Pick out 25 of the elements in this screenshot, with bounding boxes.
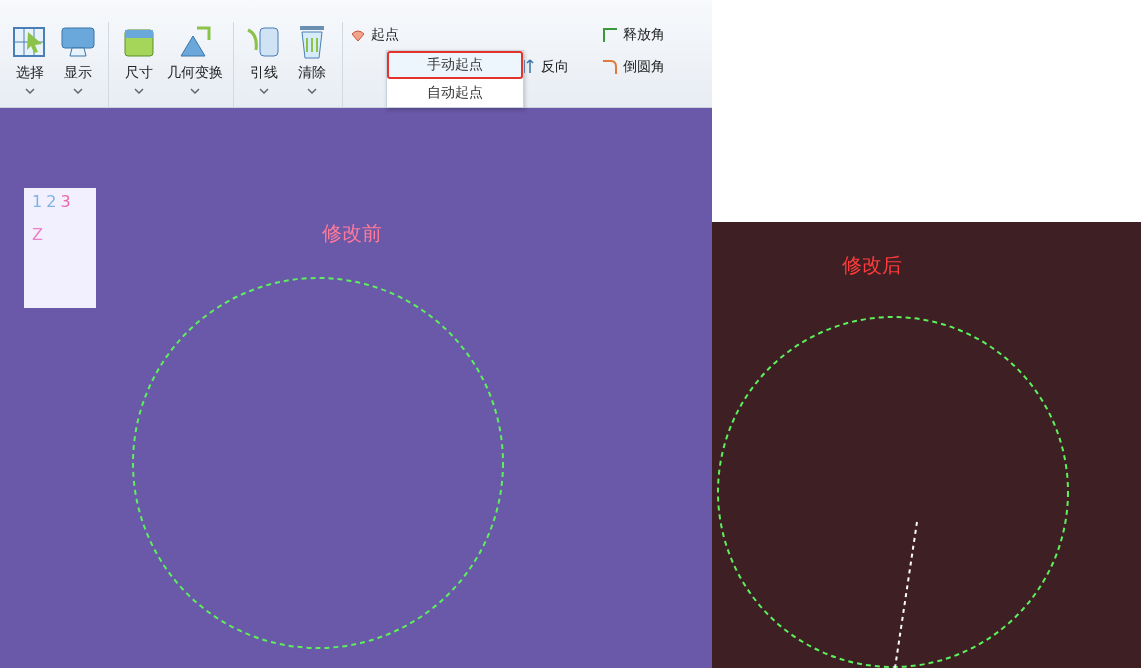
ribbon-button[interactable]: 清除 — [288, 22, 336, 107]
caret-icon — [134, 88, 144, 94]
fillet-icon — [601, 58, 619, 76]
axis-label: 3 — [60, 192, 71, 211]
ribbon-button[interactable]: 引线 — [240, 22, 288, 107]
ribbon-button[interactable]: 显示 — [54, 22, 102, 107]
menu-item[interactable]: 自动起点 — [387, 79, 523, 107]
ribbon-small-button[interactable]: 起点 — [347, 24, 489, 46]
view-label: 修改后 — [842, 252, 902, 279]
caret-icon — [25, 88, 35, 94]
caret-icon — [259, 88, 269, 94]
axis-label: 2 — [46, 192, 57, 211]
ribbon-small-button[interactable]: 倒圆角 — [599, 56, 667, 78]
caret-icon — [73, 88, 83, 94]
ribbon-small-button[interactable]: 释放角 — [599, 24, 667, 46]
axis-label: 1 — [32, 192, 43, 211]
caret-icon — [307, 88, 317, 94]
corner-icon — [601, 26, 619, 44]
ribbon-button[interactable]: 尺寸 — [115, 22, 163, 107]
ribbon-button[interactable]: 选择 — [6, 22, 54, 107]
menu-item[interactable]: 手动起点 — [387, 51, 523, 79]
axis-label: Z — [32, 225, 44, 244]
view-label: 修改前 — [322, 220, 382, 247]
ribbon-button[interactable]: 几何变换 — [163, 22, 227, 107]
caret-icon — [190, 88, 200, 94]
